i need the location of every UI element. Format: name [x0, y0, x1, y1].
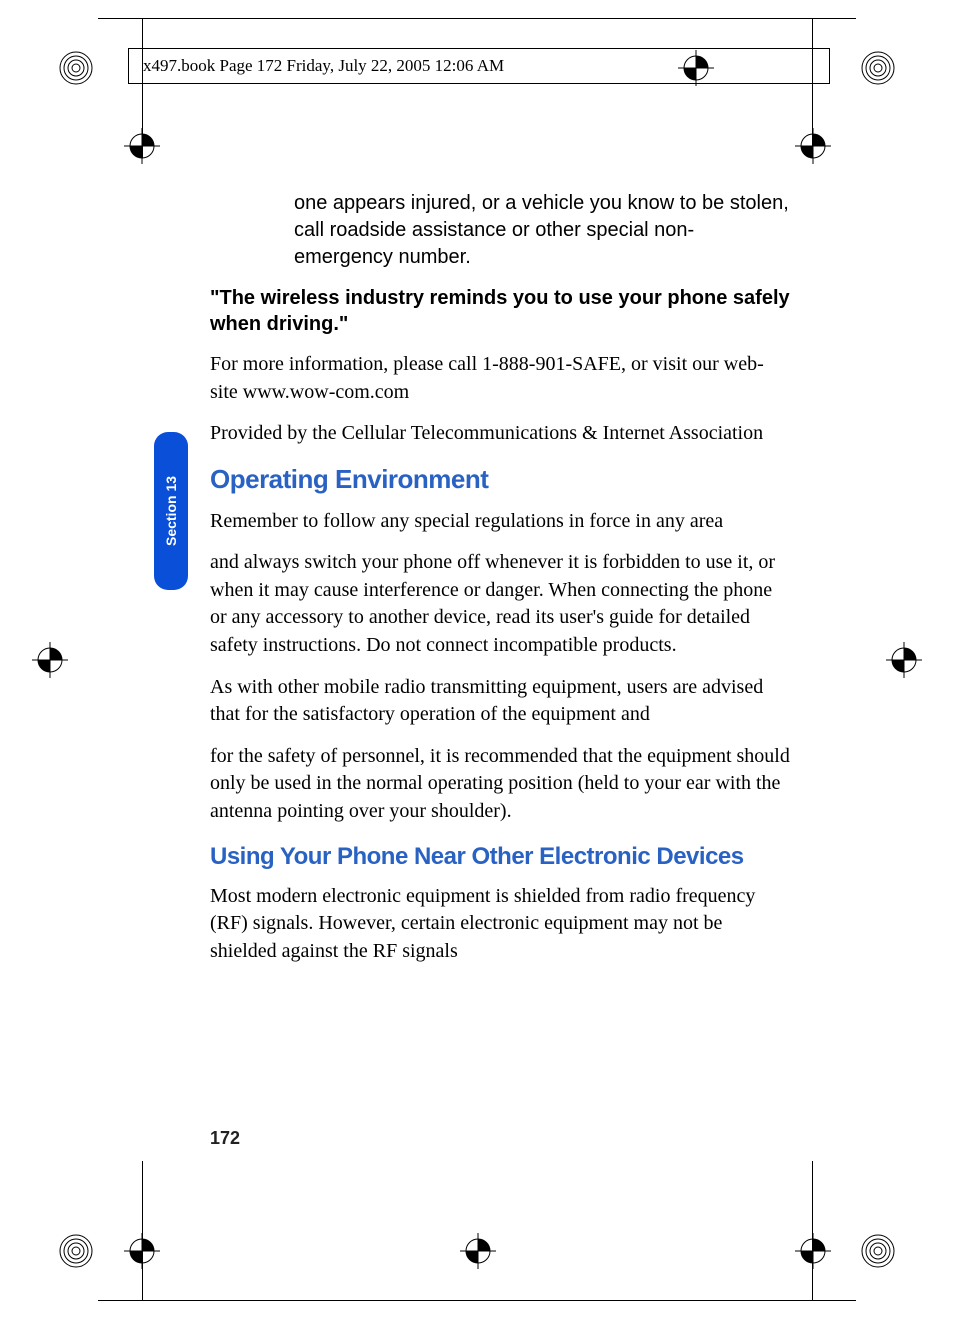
paragraph: For more information, please call 1-888-… [210, 351, 790, 406]
reg-cross-left [32, 642, 68, 678]
crop-line-top [98, 18, 856, 19]
crop-line-top-v1 [142, 18, 143, 158]
paragraph: Remember to follow any special regulatio… [210, 508, 790, 536]
callout-quote: "The wireless industry reminds you to us… [210, 285, 790, 337]
crop-line-bot-v1 [142, 1161, 143, 1301]
reg-mark-tr [860, 50, 896, 86]
reg-mark-tl [58, 50, 94, 86]
paragraph: Provided by the Cellular Telecommunicati… [210, 420, 790, 448]
reg-cross-t2 [795, 128, 831, 164]
running-head: x497.book Page 172 Friday, July 22, 2005… [128, 48, 830, 84]
paragraph: for the safety of personnel, it is recom… [210, 743, 790, 826]
heading-using-phone-near-devices: Using Your Phone Near Other Electronic D… [210, 840, 790, 873]
crop-line-top-v2 [812, 18, 813, 158]
paragraph: As with other mobile radio transmitting … [210, 674, 790, 729]
section-tab-label: Section 13 [163, 476, 179, 546]
reg-cross-b3 [795, 1233, 831, 1269]
heading-operating-environment: Operating Environment [210, 462, 790, 498]
reg-cross-b2 [460, 1233, 496, 1269]
paragraph-continuation: one appears injured, or a vehicle you kn… [294, 190, 790, 271]
paragraph: and always switch your phone off wheneve… [210, 549, 790, 659]
reg-mark-br [860, 1233, 896, 1269]
paragraph: Most modern electronic equipment is shie… [210, 883, 790, 966]
running-head-text: x497.book Page 172 Friday, July 22, 2005… [143, 56, 504, 76]
reg-mark-bl [58, 1233, 94, 1269]
section-tab: Section 13 [154, 432, 188, 590]
crop-line-bot-v2 [812, 1161, 813, 1301]
page-number: 172 [210, 1128, 240, 1149]
body-text: one appears injured, or a vehicle you kn… [210, 190, 790, 965]
page: x497.book Page 172 Friday, July 22, 2005… [0, 0, 954, 1319]
reg-cross-right [886, 642, 922, 678]
crop-line-bottom [98, 1300, 856, 1301]
